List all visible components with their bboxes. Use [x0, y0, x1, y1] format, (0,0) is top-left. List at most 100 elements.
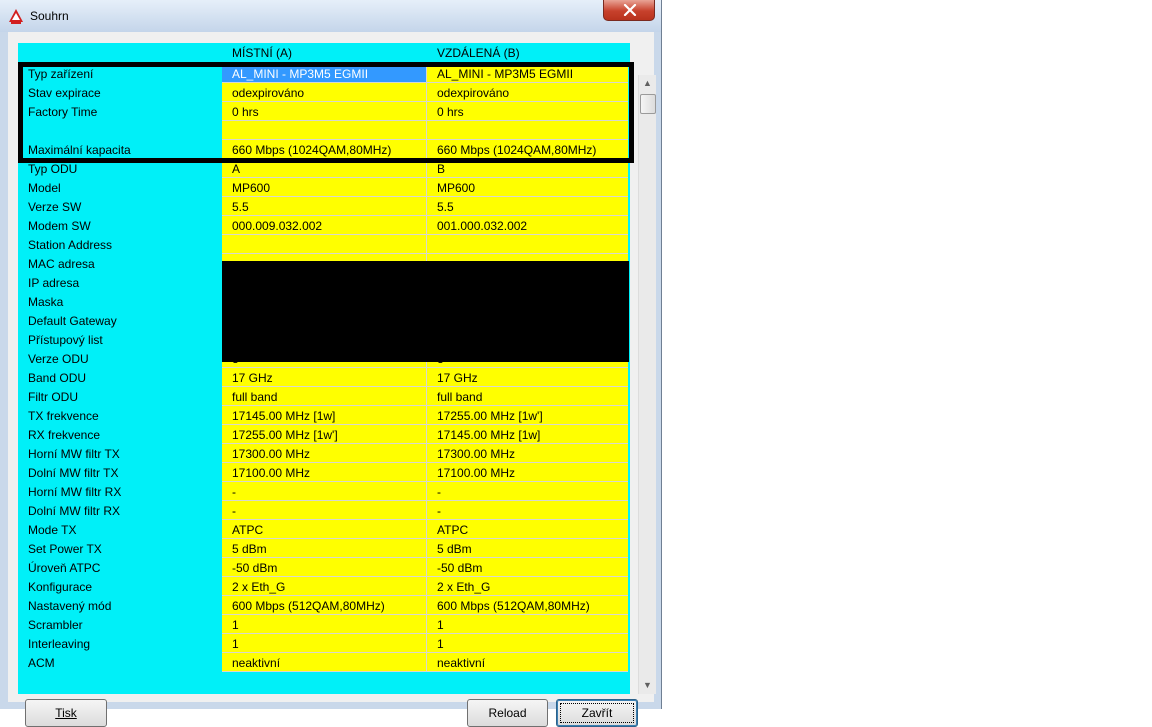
- remote-value-cell[interactable]: -: [427, 501, 628, 520]
- remote-value-cell[interactable]: neaktivní: [427, 653, 628, 672]
- print-button[interactable]: Tisk: [25, 699, 107, 727]
- remote-value-cell[interactable]: 600 Mbps (512QAM,80MHz): [427, 596, 628, 615]
- local-value-cell[interactable]: 17145.00 MHz [1w]: [222, 406, 427, 425]
- vertical-scrollbar[interactable]: ▲ ▼: [638, 75, 656, 694]
- table-row[interactable]: Interleaving 1 1: [18, 634, 630, 653]
- scroll-down-arrow-icon[interactable]: ▼: [639, 677, 656, 694]
- redacted-block: [222, 261, 629, 362]
- table-row[interactable]: Model MP600 MP600: [18, 178, 630, 197]
- close-button[interactable]: Zavřít: [556, 699, 638, 727]
- remote-value-cell[interactable]: 17255.00 MHz [1w']: [427, 406, 628, 425]
- app-logo-icon: [8, 8, 24, 24]
- table-row[interactable]: Filtr ODU full band full band: [18, 387, 630, 406]
- local-value-cell[interactable]: [222, 235, 427, 254]
- remote-value-cell[interactable]: 5 dBm: [427, 539, 628, 558]
- row-label: Verze ODU: [28, 352, 89, 366]
- local-value-cell[interactable]: 5.5: [222, 197, 427, 216]
- table-row[interactable]: Verze SW 5.5 5.5: [18, 197, 630, 216]
- table-row[interactable]: TX frekvence 17145.00 MHz [1w] 17255.00 MH…: [18, 406, 630, 425]
- local-value-cell[interactable]: 1: [222, 634, 427, 653]
- remote-value: -: [437, 504, 441, 518]
- row-label: Scrambler: [28, 618, 83, 632]
- row-label: Interleaving: [28, 637, 91, 651]
- row-label: ACM: [28, 656, 55, 670]
- table-row[interactable]: RX frekvence 17255.00 MHz [1w'] 17145.00 M…: [18, 425, 630, 444]
- title-bar[interactable]: Souhrn: [0, 0, 661, 32]
- local-value-cell[interactable]: 2 x Eth_G: [222, 577, 427, 596]
- remote-value-cell[interactable]: [427, 235, 628, 254]
- row-label: Verze SW: [28, 200, 82, 214]
- table-row[interactable]: Úroveň ATPC -50 dBm -50 dBm: [18, 558, 630, 577]
- row-label: Nastavený mód: [28, 599, 112, 613]
- remote-value-cell[interactable]: 17300.00 MHz: [427, 444, 628, 463]
- local-value: 17255.00 MHz [1w']: [232, 428, 338, 442]
- local-value-cell[interactable]: 000.009.032.002: [222, 216, 427, 235]
- row-label: Mode TX: [28, 523, 77, 537]
- remote-value-cell[interactable]: -50 dBm: [427, 558, 628, 577]
- local-value-cell[interactable]: 17 GHz: [222, 368, 427, 387]
- remote-value-cell[interactable]: 1: [427, 615, 628, 634]
- local-value: ATPC: [232, 523, 264, 537]
- local-value-cell[interactable]: 600 Mbps (512QAM,80MHz): [222, 596, 427, 615]
- table-row[interactable]: Mode TX ATPC ATPC: [18, 520, 630, 539]
- remote-value-cell[interactable]: 001.000.032.002: [427, 216, 628, 235]
- local-value-cell[interactable]: -50 dBm: [222, 558, 427, 577]
- local-value-cell[interactable]: 17255.00 MHz [1w']: [222, 425, 427, 444]
- local-value-cell[interactable]: 5 dBm: [222, 539, 427, 558]
- local-value: 17300.00 MHz: [232, 447, 311, 461]
- remote-value-cell[interactable]: 17100.00 MHz: [427, 463, 628, 482]
- local-value: 17145.00 MHz [1w]: [232, 409, 336, 423]
- table-row[interactable]: Modem SW 000.009.032.002 001.000.032.002: [18, 216, 630, 235]
- scrollbar-thumb[interactable]: [640, 94, 656, 114]
- table-row[interactable]: Dolní MW filtr TX 17100.00 MHz 17100.00 MH…: [18, 463, 630, 482]
- table-row[interactable]: Konfigurace 2 x Eth_G 2 x Eth_G: [18, 577, 630, 596]
- local-value-cell[interactable]: 17300.00 MHz: [222, 444, 427, 463]
- close-window-button[interactable]: [603, 0, 655, 21]
- table-row[interactable]: Station Address: [18, 235, 630, 254]
- local-value: MP600: [232, 181, 271, 195]
- row-label: Horní MW filtr RX: [28, 485, 122, 499]
- table-row[interactable]: Dolní MW filtr RX - -: [18, 501, 630, 520]
- table-row[interactable]: Band ODU 17 GHz 17 GHz: [18, 368, 630, 387]
- local-value-cell[interactable]: -: [222, 482, 427, 501]
- remote-value: 1: [437, 637, 444, 651]
- local-value: -: [232, 504, 236, 518]
- scroll-up-arrow-icon[interactable]: ▲: [639, 75, 656, 92]
- row-label: IP adresa: [28, 276, 80, 290]
- local-value-cell[interactable]: neaktivní: [222, 653, 427, 672]
- local-value-cell[interactable]: -: [222, 501, 427, 520]
- table-row[interactable]: Set Power TX 5 dBm 5 dBm: [18, 539, 630, 558]
- local-value-cell[interactable]: full band: [222, 387, 427, 406]
- remote-value-cell[interactable]: 2 x Eth_G: [427, 577, 628, 596]
- row-label: Filtr ODU: [28, 390, 78, 404]
- table-row[interactable]: Nastavený mód 600 Mbps (512QAM,80MHz) 600 …: [18, 596, 630, 615]
- remote-value-cell[interactable]: ATPC: [427, 520, 628, 539]
- local-value-cell[interactable]: ATPC: [222, 520, 427, 539]
- remote-value: full band: [437, 390, 483, 404]
- row-label: Model: [28, 181, 61, 195]
- row-label: RX frekvence: [28, 428, 101, 442]
- remote-value: 17300.00 MHz: [437, 447, 516, 461]
- remote-value-cell[interactable]: full band: [427, 387, 628, 406]
- row-label: Default Gateway: [28, 314, 117, 328]
- remote-value-cell[interactable]: 17145.00 MHz [1w]: [427, 425, 628, 444]
- remote-value-cell[interactable]: 1: [427, 634, 628, 653]
- table-row[interactable]: Horní MW filtr TX 17300.00 MHz 17300.00 MH…: [18, 444, 630, 463]
- table-row[interactable]: Scrambler 1 1: [18, 615, 630, 634]
- table-row[interactable]: ACM neaktivní neaktivní: [18, 653, 630, 672]
- reload-button[interactable]: Reload: [467, 699, 548, 727]
- highlight-frame: [18, 62, 634, 163]
- table-row[interactable]: Horní MW filtr RX - -: [18, 482, 630, 501]
- row-label: Dolní MW filtr RX: [28, 504, 121, 518]
- local-value-cell[interactable]: MP600: [222, 178, 427, 197]
- local-value-cell[interactable]: 1: [222, 615, 427, 634]
- remote-value-cell[interactable]: 5.5: [427, 197, 628, 216]
- remote-value-cell[interactable]: 17 GHz: [427, 368, 628, 387]
- window-title: Souhrn: [30, 9, 69, 23]
- remote-value-cell[interactable]: MP600: [427, 178, 628, 197]
- remote-value-cell[interactable]: -: [427, 482, 628, 501]
- remote-value: B: [437, 162, 446, 176]
- local-value-cell[interactable]: 17100.00 MHz: [222, 463, 427, 482]
- remote-value: -50 dBm: [437, 561, 483, 575]
- local-value: 5.5: [232, 200, 249, 214]
